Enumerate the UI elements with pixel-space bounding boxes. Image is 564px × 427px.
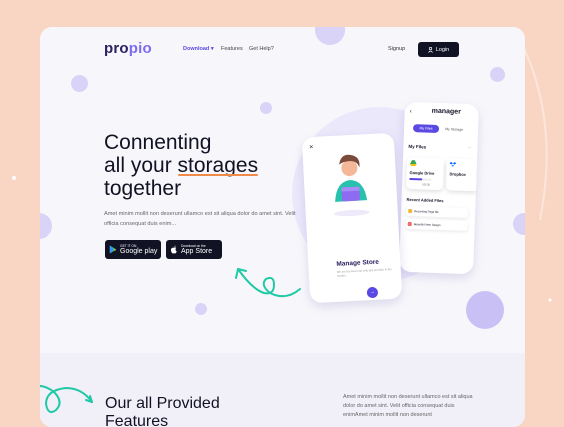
nav-link-get-help[interactable]: Get Help? [249, 46, 274, 52]
decor-circle [466, 291, 504, 329]
apple-icon [170, 245, 177, 254]
illustration-person-with-box [333, 154, 370, 217]
file-icon [407, 221, 412, 227]
dropbox-icon [449, 162, 456, 167]
hero-title-line-3: together [104, 177, 182, 200]
arrow-right-icon: → [369, 288, 376, 296]
google-drive-icon [409, 160, 417, 167]
app-store-text: Download on the App Store [181, 243, 213, 255]
storage-card-size: 62GB [422, 182, 430, 187]
google-play-button[interactable]: GET IT ON Google play [105, 240, 161, 259]
signup-link[interactable]: Signup [388, 46, 405, 52]
loop-arrow-decoration [40, 385, 93, 413]
landing-card: propio Download ▾ Features Get Help? Sig… [40, 27, 525, 427]
manage-store-title: Manage Store [336, 258, 380, 268]
squiggle-arrow-decoration [235, 268, 301, 298]
features-title: Our all Provided Features [105, 395, 265, 427]
features-title-line-2: Features [105, 413, 169, 427]
user-icon [427, 46, 433, 53]
hero-highlight-word: storages [177, 154, 259, 177]
my-files-heading: My Files [408, 143, 427, 150]
recent-file-name: Beautiful New Design [413, 222, 441, 228]
decor-circle [71, 75, 88, 92]
storage-card-name: Dropbox [449, 171, 467, 177]
manage-store-subtitle: We are the best and only app provider in… [336, 266, 392, 278]
storage-progress [409, 177, 432, 181]
tab-my-storage[interactable]: My Storage [441, 125, 467, 134]
next-button[interactable]: → [366, 286, 379, 299]
storage-card-dropbox[interactable]: Dropbox [445, 158, 479, 192]
phone-mockup-manage-store: × Manage Store We are the best and only … [301, 132, 403, 304]
app-store-button[interactable]: Download on the App Store [166, 240, 222, 259]
login-button[interactable]: Login [418, 42, 459, 57]
manager-header: manager [431, 107, 461, 116]
storage-card-name: Google Drive [409, 169, 435, 176]
hero-description: Amet minim mollit non deserunt ullamco e… [104, 211, 296, 227]
phone-mockup-files: ‹ manager My Files My Storage My Files .… [399, 101, 479, 275]
file-icon [408, 208, 413, 214]
decor-circle [40, 213, 52, 239]
recent-files-heading: Recent Added Files [406, 196, 444, 204]
hero-title-line-1: Connenting [104, 131, 212, 154]
features-description: Amet minim mollit non deserunt ullamco e… [343, 394, 473, 418]
nav-link-download[interactable]: Download ▾ [183, 46, 214, 52]
decor-circle [513, 213, 525, 235]
hero-title-line-2: all your storages [104, 154, 259, 177]
nav-link-features[interactable]: Features [221, 46, 243, 52]
login-label: Login [435, 46, 450, 53]
logo[interactable]: propio [104, 40, 152, 57]
recent-file-row[interactable]: Beautiful New Design [405, 218, 468, 232]
chevron-left-icon[interactable]: ‹ [410, 109, 412, 115]
tab-my-files[interactable]: My Files [412, 124, 440, 133]
my-files-more[interactable]: ... [467, 144, 471, 150]
features-title-line-1: Our all Provided [105, 395, 220, 412]
close-icon[interactable]: × [309, 144, 313, 151]
recent-file-name: Recording Page.file [414, 209, 439, 214]
chevron-down-icon: ▾ [210, 46, 214, 52]
decor-circle [195, 303, 207, 315]
recent-file-row[interactable]: Recording Page.file [406, 205, 469, 219]
google-play-text: GET IT ON Google play [120, 243, 158, 255]
hero-title: Connenting all your storages together [104, 131, 304, 200]
storage-card-google-drive[interactable]: Google Drive 62GB [405, 156, 445, 191]
decor-circle [260, 102, 272, 114]
top-navigation: propio Download ▾ Features Get Help? Sig… [40, 27, 525, 72]
google-play-icon [109, 245, 117, 254]
